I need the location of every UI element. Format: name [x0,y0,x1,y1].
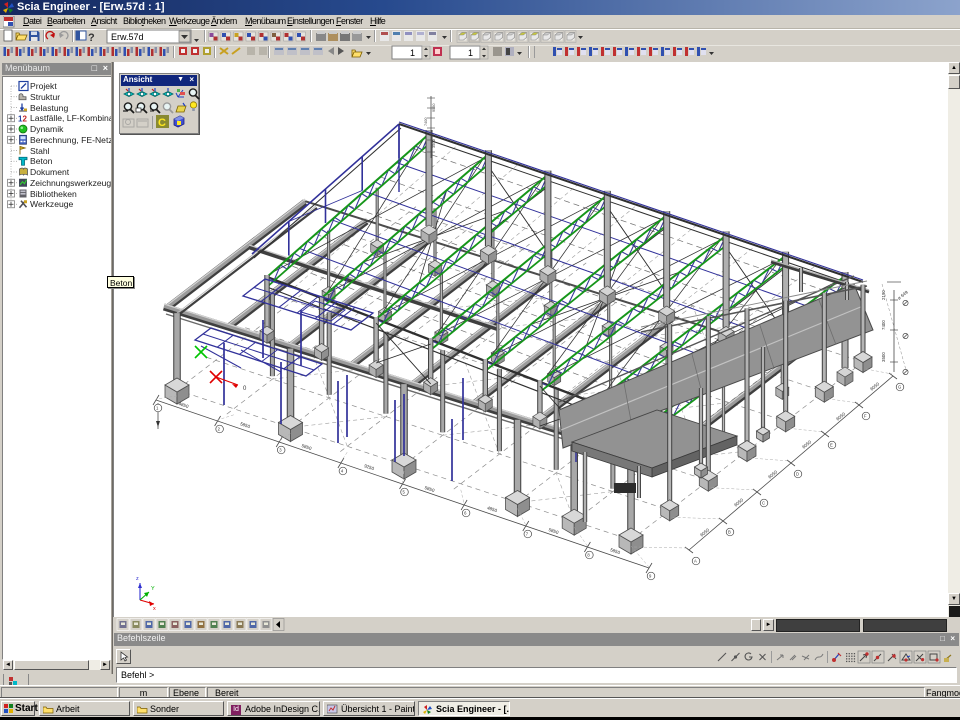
svg-text:C: C [762,501,765,506]
svg-text:6050: 6050 [869,381,880,392]
svg-text:7400: 7400 [424,118,428,126]
svg-text:A: A [694,559,697,564]
svg-text:1: 1 [468,48,473,58]
svg-text:G: G [898,385,901,390]
svg-text:9550: 9550 [432,104,436,112]
svg-text:E: E [830,443,833,448]
svg-text:Y: Y [151,586,155,592]
svg-text:7400: 7400 [881,320,886,330]
svg-text:4850: 4850 [487,505,499,513]
svg-text:z: z [136,576,139,582]
svg-text:5850: 5850 [240,421,252,429]
svg-text:Erw.57d: Erw.57d [111,32,144,42]
svg-text:3500: 3500 [432,140,436,148]
svg-text:9250: 9250 [364,463,376,471]
svg-text:ø 649: ø 649 [897,289,910,300]
svg-text:3500: 3500 [881,352,886,362]
svg-text:0: 0 [243,386,247,392]
svg-text:B: B [728,530,731,535]
svg-text:5850: 5850 [610,547,622,555]
svg-text:6050: 6050 [801,439,812,450]
svg-text:1: 1 [410,48,415,58]
svg-text:x: x [153,606,156,612]
svg-text:6050: 6050 [733,497,744,508]
svg-text:F: F [864,414,867,419]
svg-text:D: D [796,472,799,477]
